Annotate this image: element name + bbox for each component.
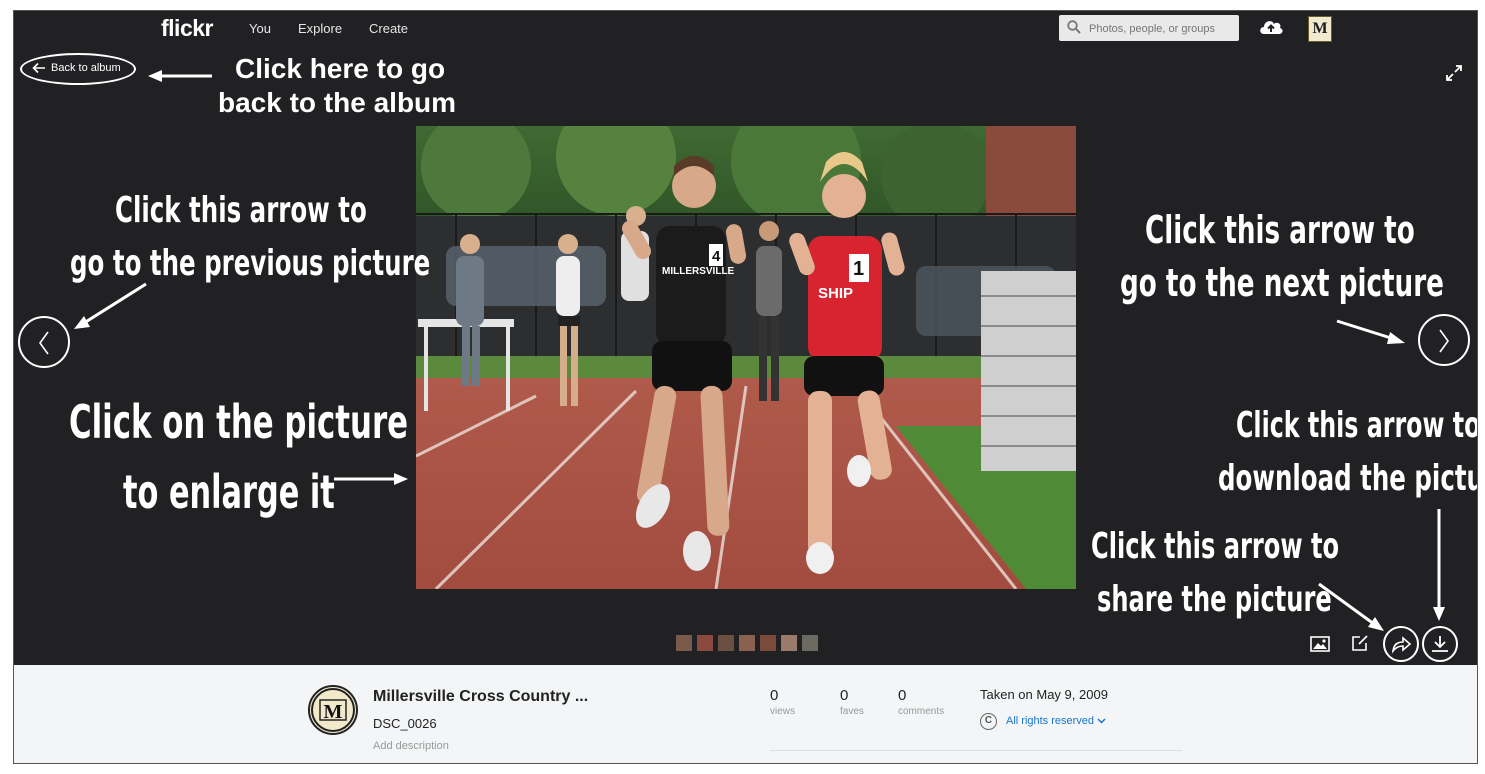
millersville-logo-icon: M (311, 688, 355, 732)
upload-cloud-icon[interactable] (1258, 17, 1284, 37)
search-icon (1067, 20, 1081, 34)
views-count: 0 (770, 687, 779, 704)
faves-count: 0 (840, 687, 849, 704)
nav-you[interactable]: You (249, 21, 271, 36)
user-avatar[interactable]: M (1308, 16, 1332, 42)
flickr-logo[interactable]: flickr (161, 15, 213, 42)
stat-comments: 0 comments (898, 687, 944, 717)
license-label: All rights reserved (1006, 715, 1095, 727)
annotation-arrows (74, 70, 1445, 631)
stat-faves: 0 faves (840, 687, 864, 717)
owner-avatar[interactable]: M (308, 685, 358, 735)
faves-label: faves (840, 706, 864, 717)
divider (770, 750, 1182, 751)
browser-frame: flickr You Explore Create M Back to albu… (13, 10, 1478, 764)
photo-viewer: Back to album MILLERSVILLE 4 SHIP 1 Clic… (14, 49, 1477, 665)
license-dropdown[interactable]: All rights reserved (1006, 715, 1106, 727)
owner-name[interactable]: Millersville Cross Country ... (373, 688, 588, 706)
nav-explore[interactable]: Explore (298, 21, 342, 36)
logo-letter: M (324, 701, 343, 723)
top-nav-bar: flickr You Explore Create M (14, 11, 1477, 49)
add-description-link[interactable]: Add description (373, 740, 449, 752)
copyright-icon: C (980, 713, 997, 730)
taken-date[interactable]: Taken on May 9, 2009 (980, 687, 1108, 702)
views-label: views (770, 706, 796, 717)
chevron-down-icon (1097, 718, 1106, 724)
photo-title[interactable]: DSC_0026 (373, 716, 437, 731)
search-input[interactable] (1087, 19, 1236, 39)
photo-info-panel: M Millersville Cross Country ... DSC_002… (14, 665, 1477, 763)
nav-create[interactable]: Create (369, 21, 408, 36)
stat-views: 0 views (770, 687, 795, 717)
search-box[interactable] (1059, 15, 1239, 41)
comments-count: 0 (898, 687, 907, 704)
comments-label: comments (898, 706, 945, 717)
